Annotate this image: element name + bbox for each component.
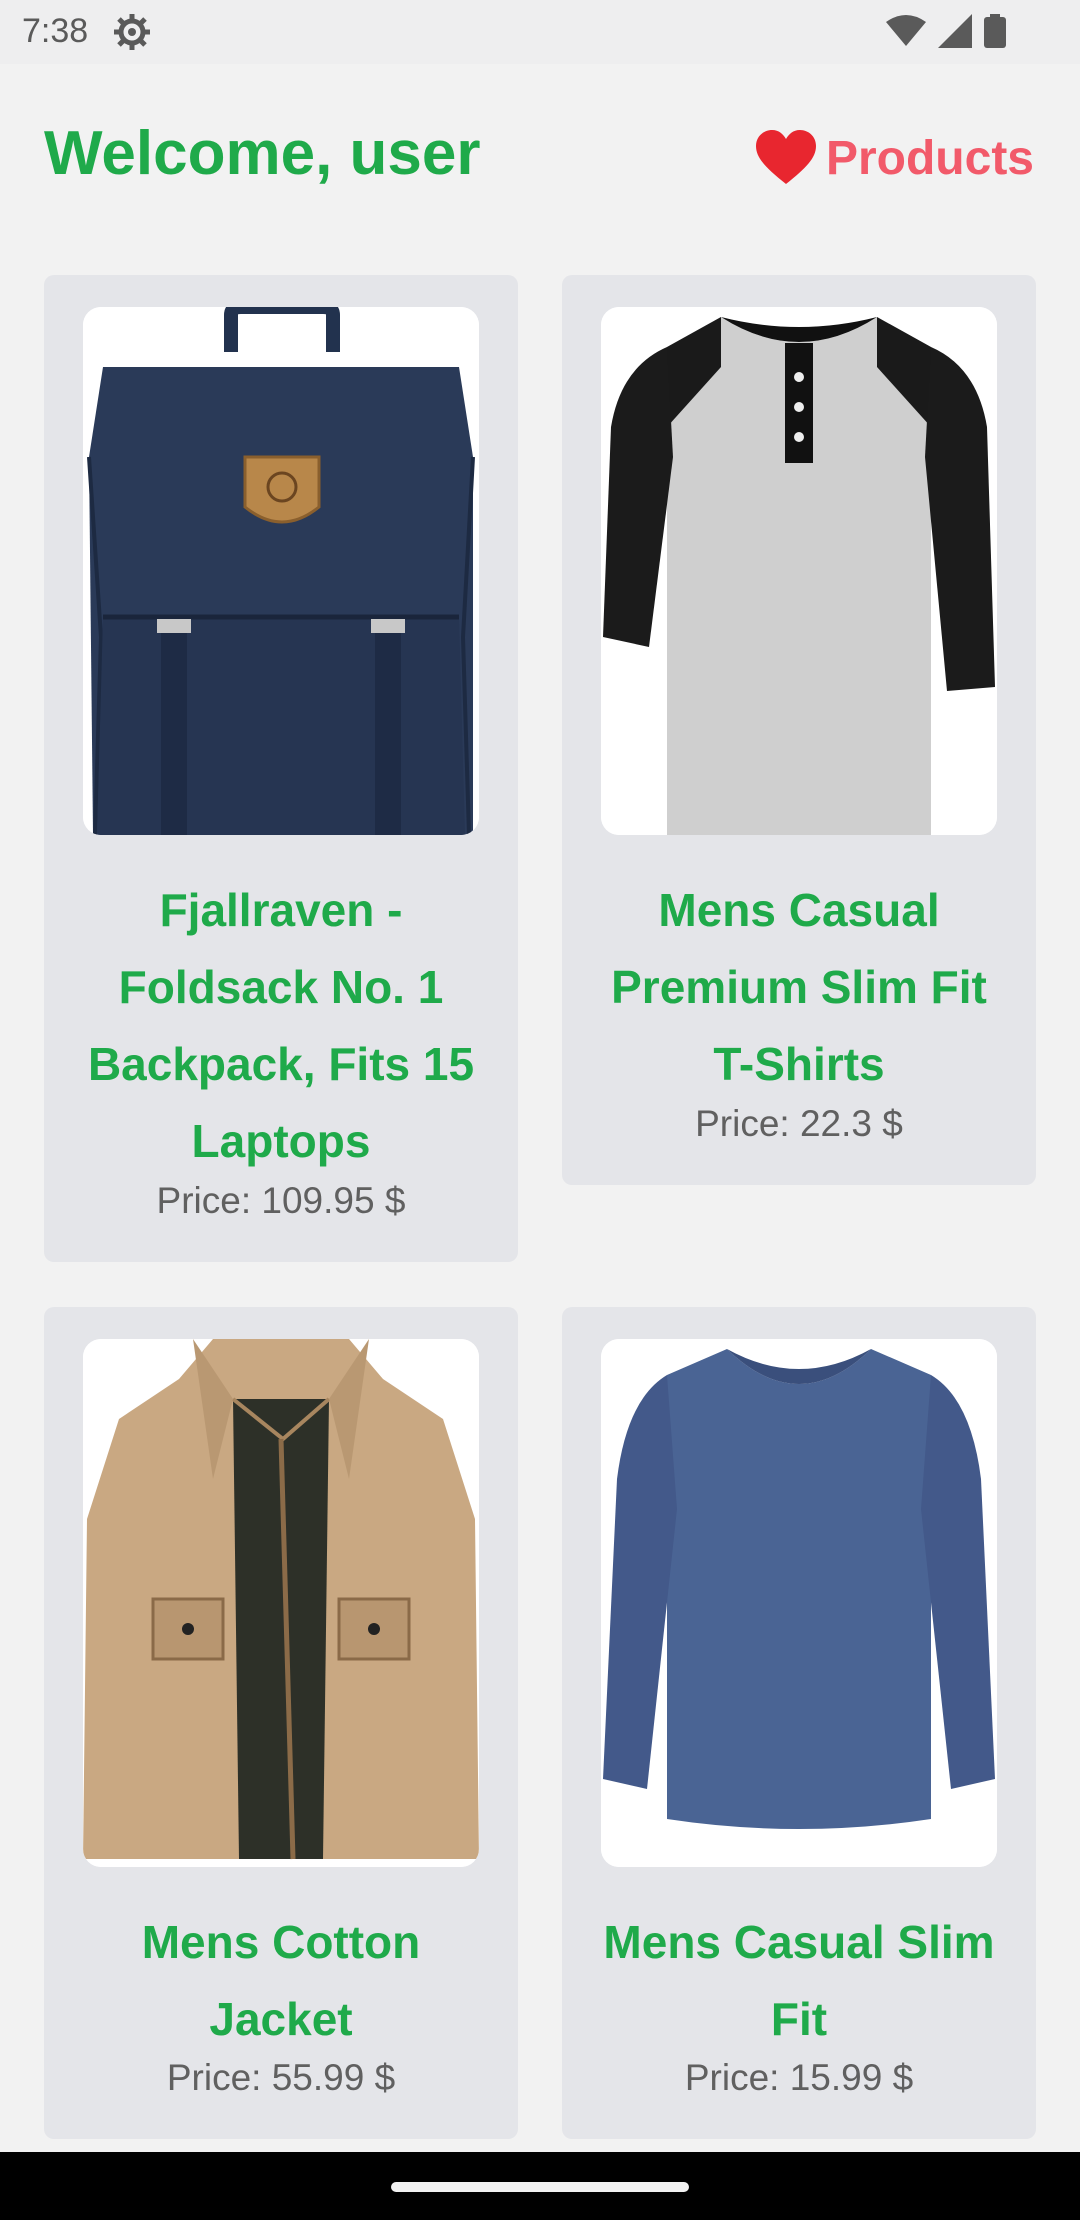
jacket-image-icon xyxy=(83,1339,479,1867)
product-price: Price: 109.95 $ xyxy=(156,1180,406,1221)
product-title: Fjallraven - Foldsack No. 1 Backpack, Fi… xyxy=(87,884,475,1167)
products-favorites-button[interactable]: Products xyxy=(755,130,1034,186)
product-image xyxy=(601,1339,997,1867)
home-gesture-handle[interactable] xyxy=(391,2182,689,2192)
status-time: 7:38 xyxy=(22,12,89,50)
product-card[interactable]: Mens Casual Premium Slim Fit T-Shirts Pr… xyxy=(562,275,1036,1185)
product-title: Mens Casual Slim Fit xyxy=(603,1916,995,2045)
app-header: Welcome, user Products xyxy=(0,64,1080,244)
status-icons xyxy=(886,14,1006,48)
product-image xyxy=(83,1339,479,1867)
product-card[interactable]: Mens Casual Slim Fit Price: 15.99 $ xyxy=(562,1307,1036,2139)
tshirt-image-icon xyxy=(601,307,997,835)
product-price: Price: 15.99 $ xyxy=(684,2057,914,2098)
product-image xyxy=(601,307,997,835)
longsleeve-image-icon xyxy=(601,1339,997,1867)
product-title: Mens Cotton Jacket xyxy=(141,1916,421,2045)
status-bar: 7:38 xyxy=(0,0,1080,64)
product-image xyxy=(83,307,479,835)
navigation-bar xyxy=(0,2152,1080,2220)
products-label: Products xyxy=(825,131,1034,185)
product-price: Price: 22.3 $ xyxy=(695,1103,903,1144)
product-card[interactable]: Mens Cotton Jacket Price: 55.99 $ xyxy=(44,1307,518,2139)
battery-icon xyxy=(984,14,1006,48)
welcome-title: Welcome, user xyxy=(44,119,481,188)
wifi-icon xyxy=(886,15,926,46)
heart-icon xyxy=(755,130,816,184)
settings-gear-icon xyxy=(114,14,150,50)
cellular-signal-icon xyxy=(938,14,972,48)
product-card[interactable]: Fjallraven - Foldsack No. 1 Backpack, Fi… xyxy=(44,275,518,1262)
product-title: Mens Casual Premium Slim Fit T-Shirts xyxy=(611,884,987,1090)
product-price: Price: 55.99 $ xyxy=(166,2057,396,2098)
backpack-image-icon xyxy=(83,307,479,835)
